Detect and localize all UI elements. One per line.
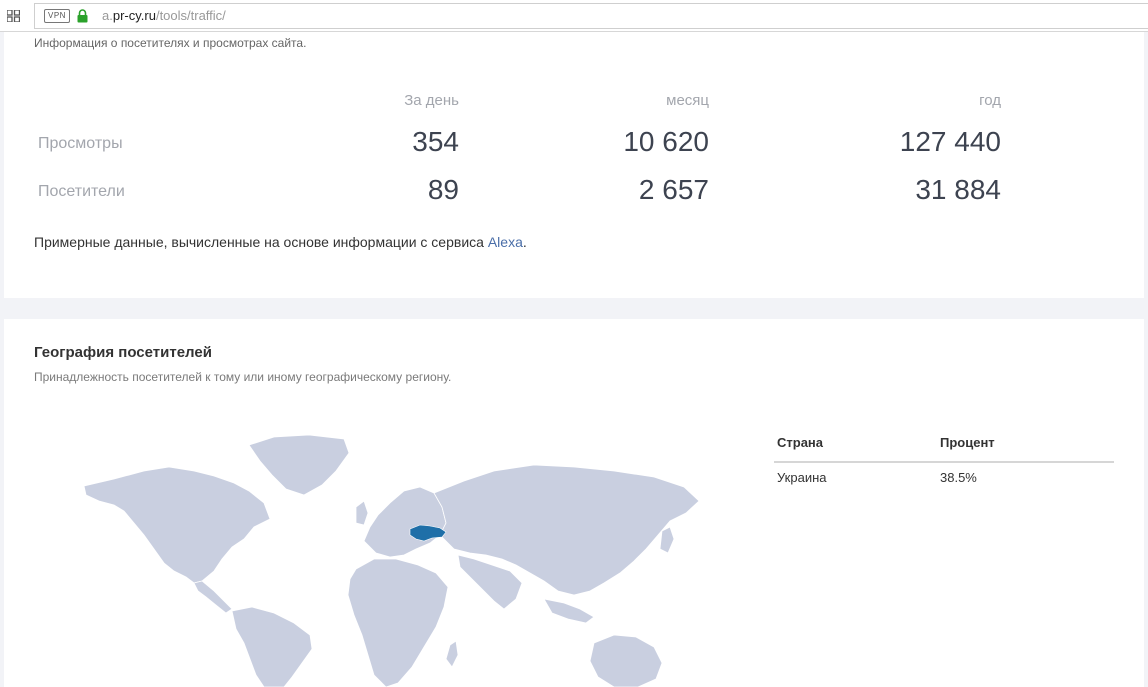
map-australia [589, 634, 663, 687]
table-row: Украина 38.5% [774, 463, 1114, 491]
map-greenland [248, 434, 350, 496]
geography-title: География посетителей [34, 344, 212, 361]
geography-card: География посетителей Принадлежность пос… [4, 319, 1144, 687]
visitors-day: 89 [427, 174, 459, 205]
map-africa [347, 558, 449, 687]
browser-address-bar: VPN a.pr-cy.ru/tools/traffic/ [0, 0, 1148, 32]
map-madagascar [445, 640, 459, 668]
tabs-grid-icon[interactable] [7, 10, 20, 22]
country-name: Украина [777, 470, 827, 485]
column-header-month: месяц [666, 92, 709, 109]
views-year: 127 440 [899, 126, 1001, 157]
url-field[interactable]: VPN a.pr-cy.ru/tools/traffic/ [34, 3, 1148, 29]
country-table-header: Страна Процент [774, 429, 1114, 463]
url-text[interactable]: a.pr-cy.ru/tools/traffic/ [102, 8, 226, 24]
column-header-day: За день [404, 92, 459, 109]
geography-description: Принадлежность посетителей к тому или ин… [34, 370, 452, 384]
map-south-america [231, 606, 313, 687]
country-column-header: Страна [777, 435, 824, 450]
map-europe [363, 486, 447, 558]
column-header-year: год [979, 92, 1001, 109]
views-month: 10 620 [623, 126, 709, 157]
vpn-badge[interactable]: VPN [44, 9, 70, 23]
traffic-description: Информация о посетителях и просмотрах са… [34, 36, 307, 50]
visitors-month: 2 657 [638, 174, 709, 205]
country-percent: 38.5% [940, 470, 977, 485]
world-map[interactable] [74, 431, 714, 687]
row-label-visitors: Посетители [38, 183, 125, 200]
visitors-year: 31 884 [915, 174, 1001, 205]
row-label-views: Просмотры [38, 135, 123, 152]
map-southeast-asia [543, 598, 595, 624]
lock-icon[interactable] [77, 9, 88, 23]
views-day: 354 [412, 126, 459, 157]
map-north-america [83, 466, 271, 584]
traffic-card: Информация о посетителях и просмотрах са… [4, 32, 1144, 298]
percent-column-header: Процент [940, 435, 995, 450]
data-source-note: Примерные данные, вычисленные на основе … [34, 234, 527, 250]
map-japan [659, 526, 675, 554]
country-table: Страна Процент Украина 38.5% [774, 429, 1114, 491]
map-uk [355, 500, 369, 526]
map-central-america [193, 580, 233, 614]
alexa-link[interactable]: Alexa [488, 234, 523, 250]
